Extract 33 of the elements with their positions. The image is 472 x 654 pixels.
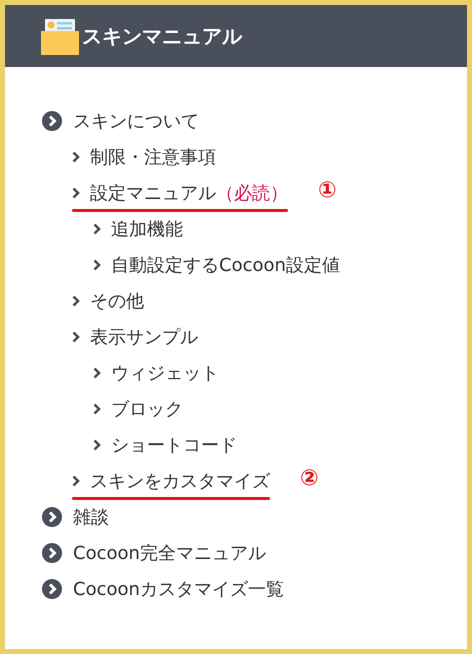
chevron-icon xyxy=(72,331,80,343)
menu-link[interactable]: 自動設定するCocoon設定値 xyxy=(111,253,340,277)
chevron-icon xyxy=(93,367,101,379)
menu-link[interactable]: 制限・注意事項 xyxy=(90,145,216,169)
menu-link[interactable]: 設定マニュアル xyxy=(90,181,216,205)
chevron-icon xyxy=(93,439,101,451)
menu-link[interactable]: ウィジェット xyxy=(111,361,219,385)
chevron-icon xyxy=(72,295,80,307)
chevron-circle-icon xyxy=(42,579,62,599)
circled-number: ② xyxy=(300,466,319,492)
menu-link[interactable]: その他 xyxy=(90,289,144,313)
folder-icon xyxy=(41,17,79,55)
chevron-icon xyxy=(72,475,80,487)
menu-link[interactable]: スキンについて xyxy=(73,109,199,133)
menu-link[interactable]: 雑談 xyxy=(73,505,109,529)
menu-link[interactable]: スキンをカスタマイズ xyxy=(90,469,270,493)
menu-link[interactable]: ブロック xyxy=(111,397,183,421)
chevron-circle-icon xyxy=(42,507,62,527)
chevron-icon xyxy=(72,151,80,163)
chevron-circle-icon xyxy=(42,111,62,131)
chevron-icon xyxy=(93,259,101,271)
required-note: （必読） xyxy=(216,182,288,205)
menu-link[interactable]: 追加機能 xyxy=(111,217,183,241)
chevron-circle-icon xyxy=(42,543,62,563)
chevron-icon xyxy=(93,223,101,235)
chevron-icon xyxy=(93,403,101,415)
chevron-icon xyxy=(72,187,80,199)
menu-link[interactable]: Cocoon完全マニュアル xyxy=(73,541,266,565)
menu-link[interactable]: ショートコード xyxy=(111,433,237,457)
circled-number: ① xyxy=(318,178,337,204)
header-title: スキンマニュアル xyxy=(82,22,242,50)
menu-link[interactable]: 表示サンプル xyxy=(90,325,198,349)
menu-link[interactable]: Cocoonカスタマイズ一覧 xyxy=(73,577,284,601)
